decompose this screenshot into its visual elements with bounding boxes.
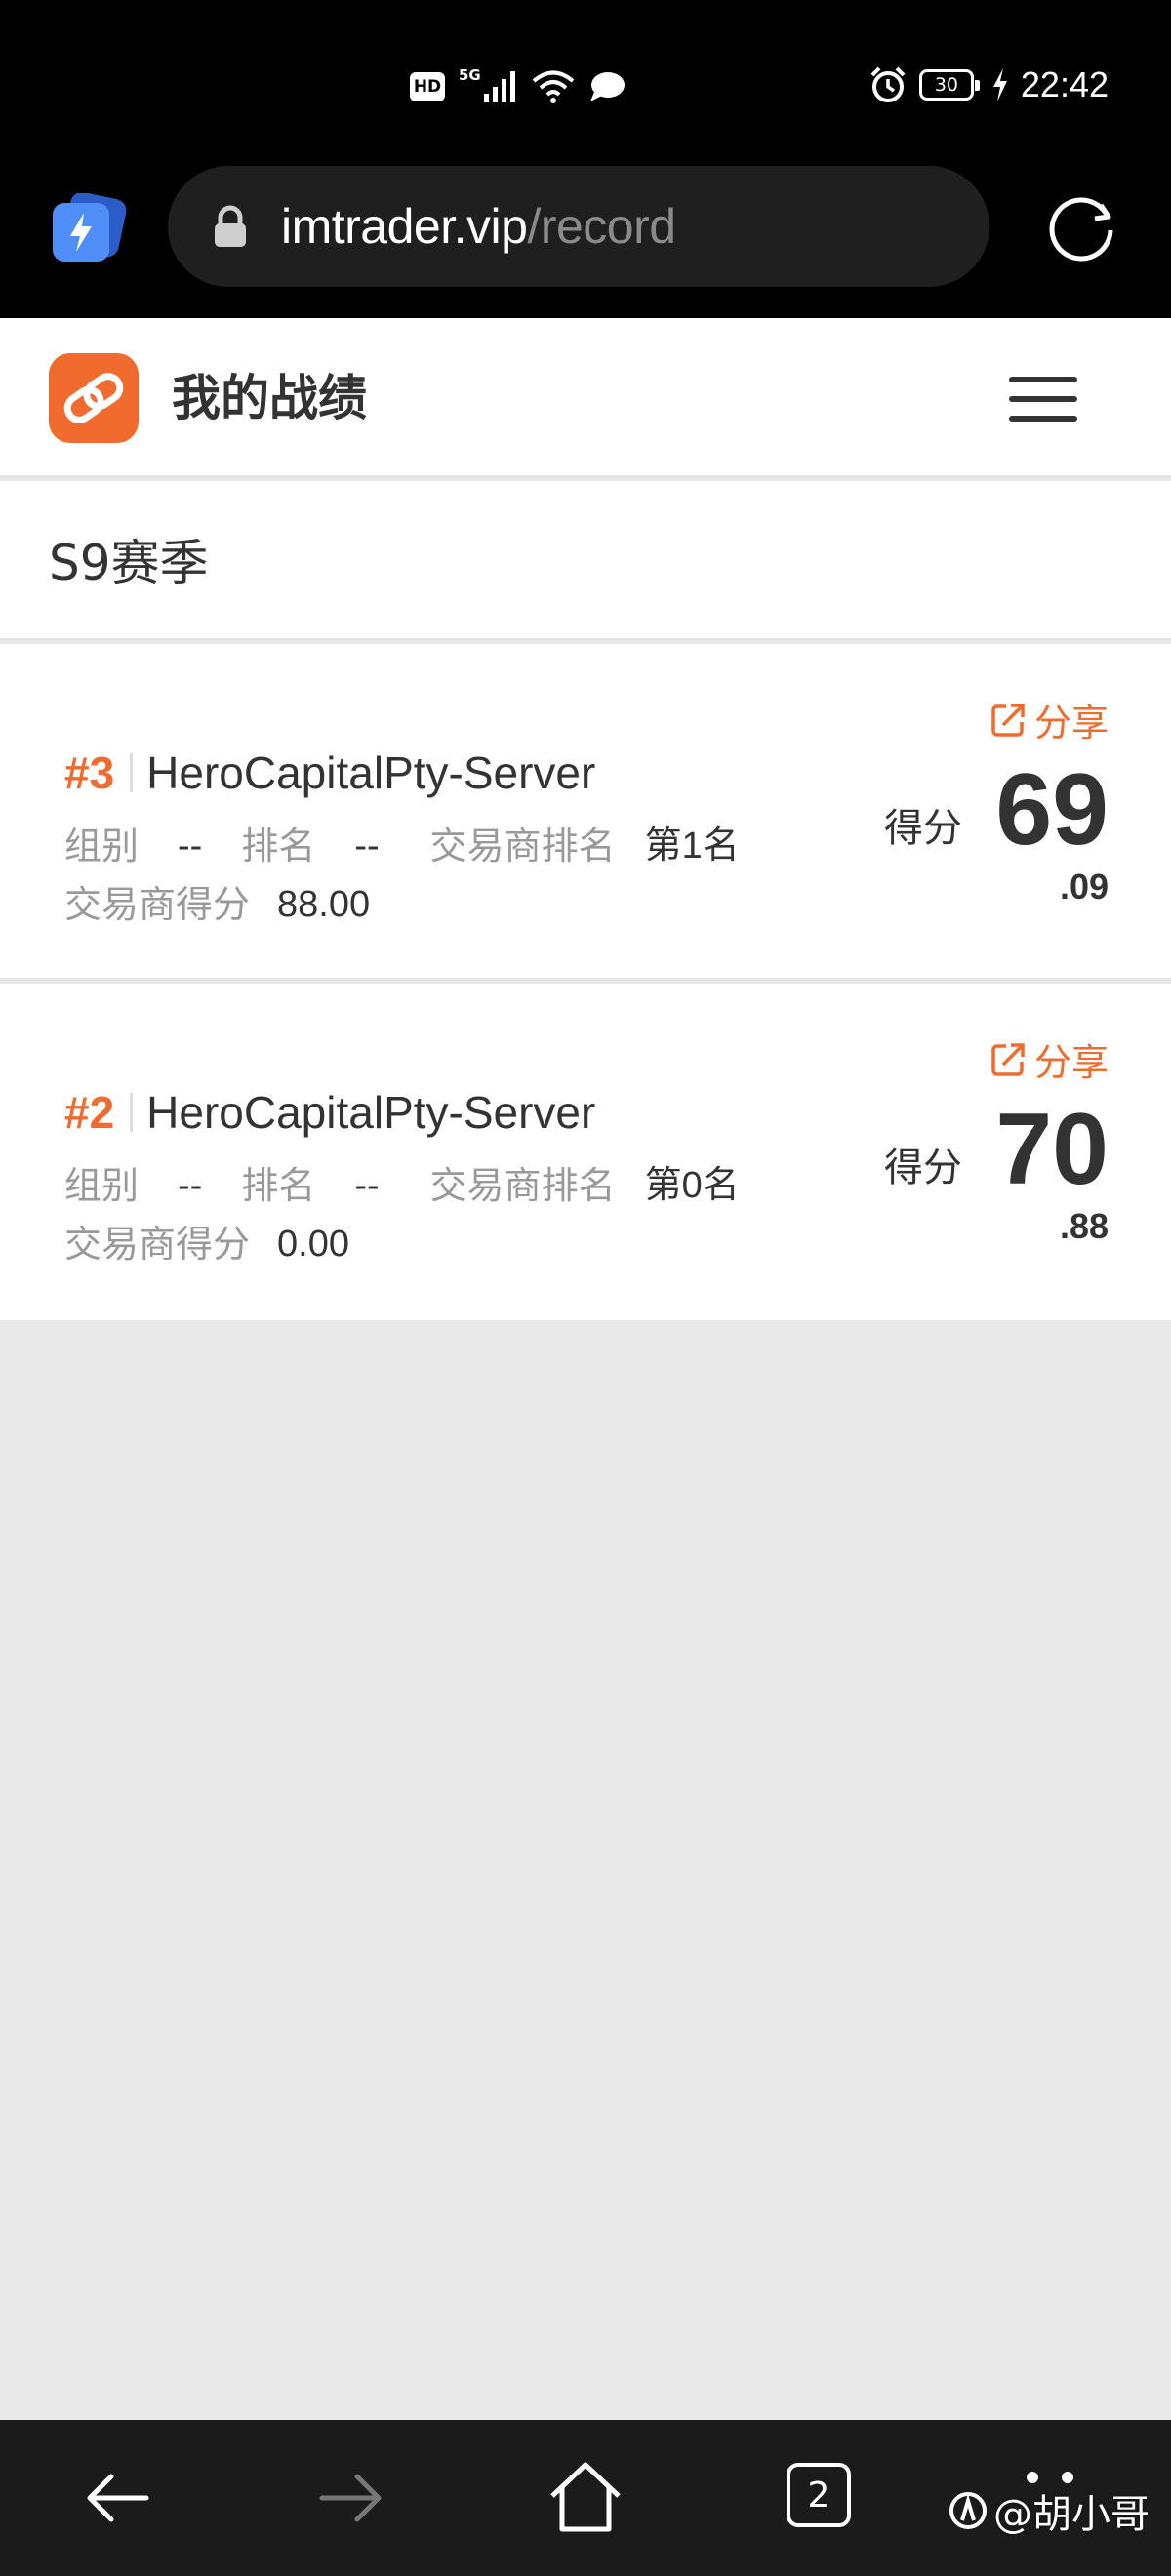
menu-line — [1009, 396, 1077, 402]
rank-line: #3 HeroCapitalPty-Server — [64, 745, 595, 800]
share-label: 分享 — [1033, 1041, 1109, 1084]
broker-score-label: 交易商得分 — [64, 883, 251, 926]
rank-number: #2 — [64, 1087, 115, 1138]
page-header: 我的战绩 — [0, 318, 1171, 478]
rank-value: -- — [354, 825, 380, 866]
url-text: imtrader.vip/record — [281, 198, 676, 255]
rank-label: 排名 — [241, 825, 316, 867]
status-left: HD 5G — [410, 64, 626, 109]
record-card[interactable]: 分享 #2 HeroCapitalPty-Server 组别 -- 排名 -- … — [0, 984, 1171, 1320]
score-decimal: .09 — [1059, 866, 1109, 906]
score: 得分 69 .09 — [884, 753, 1109, 925]
share-button[interactable]: 分享 — [989, 1032, 1109, 1086]
reload-icon[interactable] — [1042, 187, 1120, 265]
message-icon — [589, 72, 625, 101]
rank-number: #3 — [64, 747, 115, 798]
score-label: 得分 — [884, 806, 962, 851]
score-integer: 70 — [995, 1093, 1109, 1206]
menu-icon[interactable] — [1009, 377, 1077, 422]
status-bar: HD 5G 30 22:42 — [0, 0, 1171, 166]
signal-icon — [483, 71, 515, 102]
charging-icon — [992, 68, 1007, 101]
score: 得分 70 .88 — [884, 1093, 1109, 1265]
info-row: 组别 -- 排名 -- 交易商排名 第0名 — [64, 1161, 740, 1210]
server-name: HeroCapitalPty-Server — [146, 1087, 596, 1138]
battery-icon: 30 — [918, 69, 980, 101]
rank-value: -- — [354, 1165, 380, 1206]
score-decimal: .88 — [1059, 1206, 1109, 1246]
score-label: 得分 — [884, 1146, 962, 1190]
share-button[interactable]: 分享 — [989, 693, 1109, 746]
broker-score-label: 交易商得分 — [64, 1223, 251, 1266]
address-bar[interactable]: imtrader.vip/record — [168, 166, 989, 287]
watermark-text: @胡小哥 — [993, 2492, 1150, 2537]
alarm-icon — [870, 66, 906, 102]
share-label: 分享 — [1033, 702, 1109, 745]
browser-bar: imtrader.vip/record — [0, 166, 1171, 318]
wifi-icon — [532, 70, 575, 103]
divider — [130, 753, 134, 792]
app-icon[interactable] — [51, 193, 129, 263]
broker-rank-value: 第0名 — [644, 1165, 740, 1206]
clock: 22:42 — [1020, 64, 1109, 104]
group-label: 组别 — [64, 1164, 140, 1207]
watermark: @胡小哥 — [949, 2482, 1150, 2539]
hd-badge: HD — [410, 72, 445, 101]
forward-icon[interactable] — [312, 2459, 390, 2537]
rank-label: 排名 — [241, 1164, 316, 1207]
server-name: HeroCapitalPty-Server — [146, 747, 596, 798]
logo-icon[interactable] — [49, 353, 139, 443]
logo-mark — [63, 373, 124, 423]
season-selector[interactable]: S9赛季 — [0, 481, 1171, 641]
broker-rank-value: 第1名 — [644, 825, 740, 866]
record-card[interactable]: 分享 #3 HeroCapitalPty-Server 组别 -- 排名 -- … — [0, 644, 1171, 981]
rank-line: #2 HeroCapitalPty-Server — [64, 1085, 595, 1140]
group-value: -- — [178, 1165, 203, 1206]
score-integer: 69 — [995, 753, 1109, 866]
broker-score-value: 88.00 — [277, 884, 371, 925]
broker-rank-label: 交易商排名 — [429, 825, 616, 867]
url-domain: imtrader.vip — [281, 199, 528, 254]
menu-line — [1009, 416, 1077, 422]
divider — [130, 1093, 134, 1132]
url-path: /record — [527, 199, 676, 254]
status-right: 30 22:42 — [868, 60, 1109, 109]
info-row: 组别 -- 排名 -- 交易商排名 第1名 — [64, 822, 740, 870]
home-icon[interactable] — [546, 2459, 625, 2537]
season-label: S9赛季 — [49, 535, 209, 591]
info-row: 交易商得分 0.00 — [64, 1220, 349, 1268]
network-type: 5G — [459, 66, 481, 84]
lock-icon — [215, 205, 246, 247]
info-row: 交易商得分 88.00 — [64, 880, 370, 929]
menu-line — [1009, 377, 1077, 382]
share-icon — [991, 703, 1025, 737]
share-icon — [991, 1042, 1025, 1076]
broker-rank-label: 交易商排名 — [429, 1164, 616, 1207]
page-title: 我的战绩 — [172, 370, 367, 426]
tabs-icon[interactable]: 2 — [787, 2463, 851, 2527]
watermark-logo-icon — [949, 2492, 987, 2529]
group-value: -- — [178, 825, 203, 866]
broker-score-value: 0.00 — [277, 1224, 349, 1265]
back-icon[interactable] — [78, 2459, 156, 2537]
group-label: 组别 — [64, 825, 140, 867]
